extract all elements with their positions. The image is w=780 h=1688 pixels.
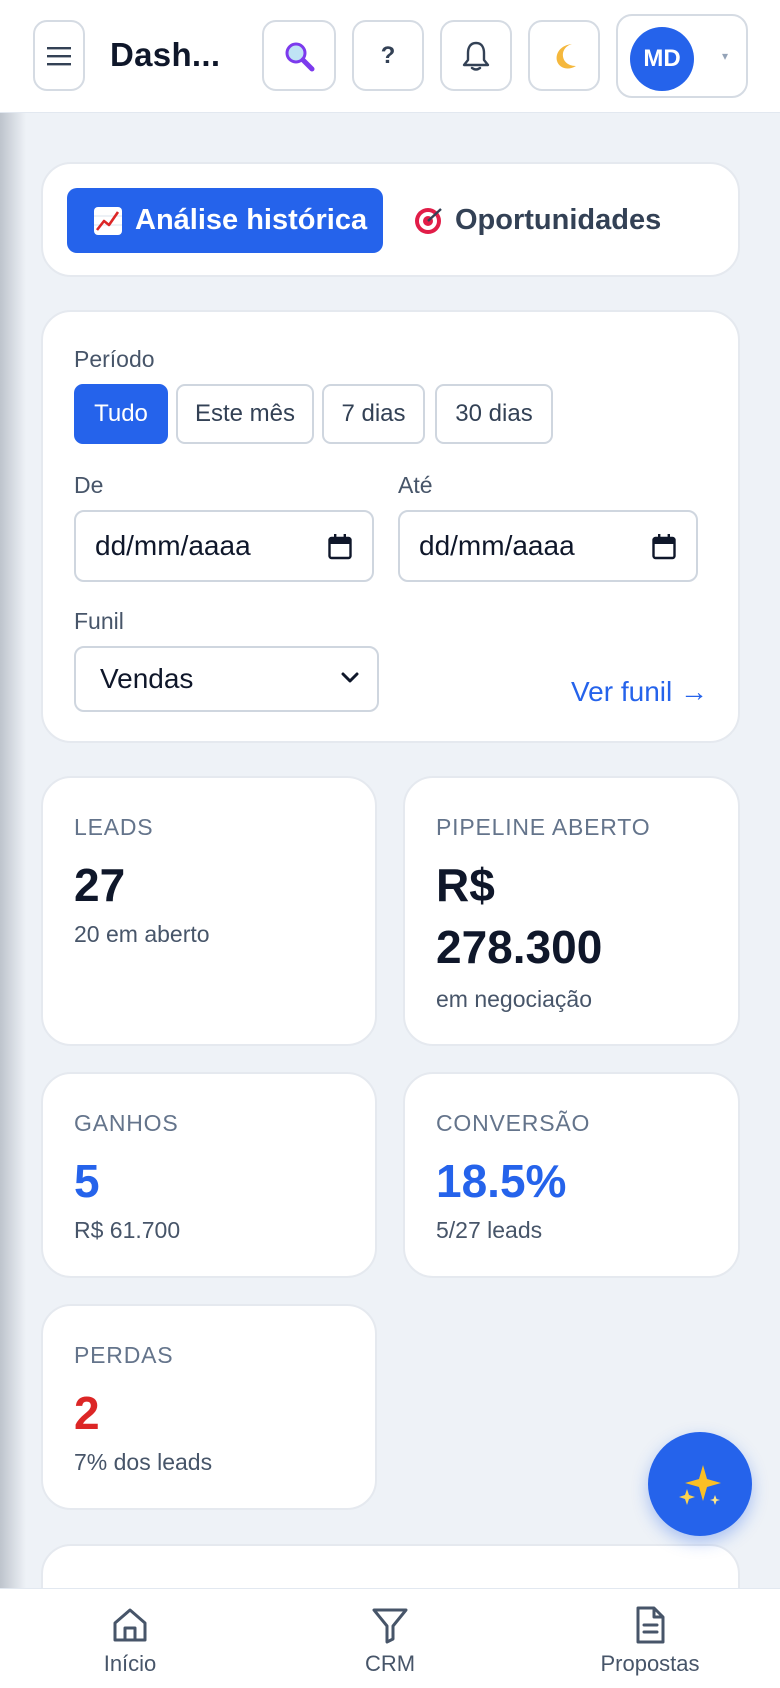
to-label: Até (398, 472, 433, 498)
view-funnel-link[interactable]: Ver funil → (571, 676, 708, 708)
period-chip-30-days[interactable]: 30 dias (435, 384, 553, 444)
drawer-shadow (0, 0, 26, 1688)
stat-value: 18.5% (436, 1155, 567, 1207)
moon-icon (556, 43, 576, 68)
help-button[interactable]: ? (352, 20, 424, 91)
bottom-navigation: Início CRM Propostas (0, 1588, 780, 1688)
calendar-icon (328, 534, 352, 560)
avatar: MD (630, 27, 694, 91)
stat-label: LEADS (74, 814, 154, 840)
sparkles-icon (679, 1465, 721, 1505)
theme-toggle-button[interactable] (528, 20, 600, 91)
question-icon: ? (380, 41, 396, 69)
stat-value: 5 (74, 1155, 100, 1207)
to-date-field[interactable]: dd/mm/aaaa (398, 510, 698, 582)
chevron-down-icon: ▾ (721, 49, 728, 63)
nav-label: Propostas (600, 1651, 700, 1676)
stat-value: 2 (74, 1387, 100, 1439)
dashboard-page: Dash... ? MD ▾ Análise histórica Oportun… (0, 0, 780, 1688)
stat-label: PIPELINE ABERTO (436, 814, 651, 840)
tab-label: Análise histórica (135, 204, 368, 236)
magnifier-icon (285, 42, 315, 71)
notifications-button[interactable] (440, 20, 512, 91)
stat-card-open-pipeline: PIPELINE ABERTO R$ 278.300 em negociação (403, 776, 740, 1046)
period-chip-all[interactable]: Tudo (74, 384, 168, 444)
stat-label: CONVERSÃO (436, 1110, 591, 1136)
funnel-icon (372, 1608, 408, 1644)
ai-assistant-button[interactable] (648, 1432, 752, 1536)
stat-subtext: 5/27 leads (436, 1217, 543, 1243)
stat-label: GANHOS (74, 1110, 179, 1136)
stat-card-losses: PERDAS 2 7% dos leads (41, 1304, 377, 1510)
page-title: Dash... (110, 36, 221, 73)
from-date-field[interactable]: dd/mm/aaaa (74, 510, 374, 582)
nav-item-home[interactable]: Início (50, 1605, 210, 1677)
stat-value-line2: 278.300 (436, 921, 603, 973)
stat-card-conversion: CONVERSÃO 18.5% 5/27 leads (403, 1072, 740, 1278)
hamburger-icon (47, 46, 71, 65)
stat-card-leads: LEADS 27 20 em aberto (41, 776, 377, 1046)
search-button[interactable] (262, 20, 336, 91)
stat-subtext: em negociação (436, 986, 592, 1012)
tab-opportunities[interactable]: Oportunidades (413, 188, 661, 253)
chevron-down-icon (341, 672, 359, 683)
stat-value-line1: R$ (436, 859, 495, 911)
user-menu-button[interactable]: MD ▾ (616, 14, 748, 98)
bell-icon (462, 41, 490, 71)
stat-subtext: 20 em aberto (74, 921, 210, 947)
funnel-label: Funil (74, 608, 124, 634)
from-date-placeholder: dd/mm/aaaa (95, 530, 251, 561)
stat-card-wins: GANHOS 5 R$ 61.700 (41, 1072, 377, 1278)
stat-label: PERDAS (74, 1342, 174, 1368)
to-date-placeholder: dd/mm/aaaa (419, 530, 575, 561)
period-label: Período (74, 346, 155, 372)
nav-label: CRM (364, 1651, 416, 1676)
chart-increasing-icon (94, 206, 122, 235)
top-header: Dash... ? MD ▾ (0, 0, 780, 113)
stat-value: 27 (74, 859, 126, 911)
stat-subtext: 7% dos leads (74, 1449, 213, 1475)
stat-subtext: R$ 61.700 (74, 1217, 181, 1243)
home-icon (113, 1608, 147, 1642)
calendar-icon (652, 534, 676, 560)
target-icon (415, 207, 442, 234)
period-chip-7-days[interactable]: 7 dias (322, 384, 425, 444)
view-tabs: Análise histórica Oportunidades (41, 162, 740, 277)
filters-card: Período Tudo Este mês 7 dias 30 dias De … (41, 310, 740, 743)
tab-label: Oportunidades (455, 204, 662, 236)
document-icon (636, 1606, 665, 1644)
menu-button[interactable] (33, 20, 85, 91)
tab-historical-analysis[interactable]: Análise histórica (67, 188, 383, 253)
nav-item-proposals[interactable]: Propostas (570, 1605, 730, 1677)
from-label: De (74, 472, 104, 498)
nav-item-crm[interactable]: CRM (310, 1605, 470, 1677)
funnel-select[interactable]: Vendas (74, 646, 379, 712)
period-chip-this-month[interactable]: Este mês (176, 384, 314, 444)
funnel-select-value: Vendas (100, 663, 194, 694)
nav-label: Início (103, 1651, 157, 1676)
